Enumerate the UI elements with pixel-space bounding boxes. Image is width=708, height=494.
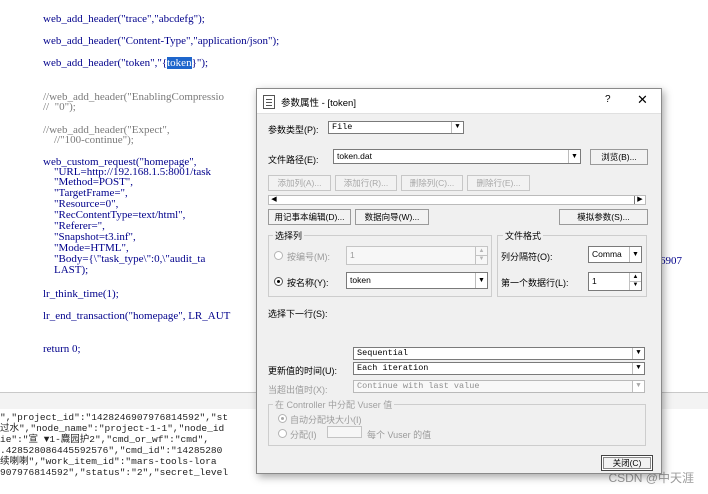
- dropdown-arrow-icon: ▼: [632, 348, 644, 359]
- select-next-row-label: 选择下一行(S):: [268, 309, 328, 319]
- dropdown-arrow-icon: ▼: [451, 122, 463, 133]
- delete-row-button[interactable]: 删除行(E)...: [467, 175, 530, 191]
- dropdown-arrow-icon: ▼: [632, 363, 644, 374]
- data-grid-scrollbar[interactable]: ◀ ▶: [268, 195, 646, 205]
- document-icon: [263, 95, 275, 109]
- close-icon[interactable]: ✕: [637, 92, 648, 108]
- code-line: //"100-continue");: [43, 134, 134, 146]
- per-vuser-label: 每个 Vuser 的值: [367, 430, 432, 440]
- param-type-label: 参数类型(P):: [268, 125, 319, 135]
- spin-down-icon[interactable]: ▼: [476, 255, 487, 263]
- param-type-select[interactable]: File ▼: [328, 121, 464, 134]
- code-line: "TargetFrame=",: [43, 187, 128, 199]
- code-line: "RecContentType=text/html",: [43, 209, 186, 221]
- select-column-group-title: 选择列: [273, 229, 305, 242]
- edit-with-notepad-button[interactable]: 用记事本编辑(D)...: [268, 209, 351, 225]
- column-number-value: 1: [350, 250, 355, 260]
- dropdown-arrow-icon: ▼: [629, 247, 641, 262]
- allocate-radio[interactable]: [278, 429, 287, 438]
- out-of-values-select[interactable]: Continue with last value ▼: [353, 380, 645, 393]
- dropdown-arrow-icon: ▼: [568, 150, 580, 163]
- column-number-input[interactable]: 1 ▲ ▼: [346, 246, 488, 265]
- data-wizard-button[interactable]: 数据向导(W)...: [355, 209, 429, 225]
- log-line: 续喇喇","work_item_id":"mars-tools-lora: [0, 456, 217, 467]
- code-line: "Resource=0",: [43, 198, 119, 210]
- log-line: .428528086445592576","cmd_id":"14285280: [0, 445, 223, 456]
- delimiter-label: 列分隔符(O):: [501, 252, 553, 262]
- by-number-label: 按编号(M):: [287, 252, 330, 262]
- out-of-values-value: Continue with last value: [357, 381, 480, 391]
- select-next-row-value: Sequential: [357, 348, 409, 358]
- param-type-value: File: [332, 122, 353, 132]
- auto-allocate-radio[interactable]: [278, 414, 287, 423]
- file-path-label: 文件路径(E):: [268, 155, 319, 165]
- spin-down-icon[interactable]: ▼: [630, 281, 641, 289]
- first-data-row-label: 第一个数据行(L):: [501, 278, 569, 288]
- code-text: }");: [191, 57, 209, 69]
- help-button[interactable]: ?: [605, 94, 611, 105]
- update-value-value: Each iteration: [357, 363, 429, 373]
- code-line: return 0;: [43, 343, 81, 355]
- file-path-value: token.dat: [337, 151, 372, 161]
- update-value-select[interactable]: Each iteration ▼: [353, 362, 645, 375]
- code-line: web_add_header("trace","abcdefg");: [43, 13, 205, 25]
- dropdown-arrow-icon: ▼: [632, 381, 644, 392]
- by-name-radio[interactable]: [274, 277, 283, 286]
- code-line: "Mode=HTML",: [43, 242, 129, 254]
- delimiter-select[interactable]: Comma ▼: [588, 246, 642, 263]
- controller-allocation-group-title: 在 Controller 中分配 Vuser 值: [273, 398, 395, 411]
- log-line: 907976814592","status":"2","secret_level: [0, 467, 229, 478]
- file-format-group-title: 文件格式: [503, 229, 544, 242]
- code-text: web_add_header("token","{: [43, 57, 168, 69]
- spin-control[interactable]: ▲ ▼: [629, 273, 641, 290]
- selected-text: token: [167, 57, 192, 69]
- parameter-properties-dialog: 参数属性 - [token] ? ✕ 参数类型(P): File ▼ 文件路径(…: [256, 88, 662, 474]
- delimiter-value: Comma: [592, 249, 622, 259]
- column-name-select[interactable]: token ▼: [346, 272, 488, 289]
- code-line: lr_think_time(1);: [43, 288, 119, 300]
- file-path-input[interactable]: token.dat ▼: [333, 149, 581, 164]
- log-line: ","project_id":"1428246907976814592","st: [0, 412, 229, 423]
- code-line: "Body={\"task_type\":0,\"audit_ta: [43, 253, 206, 265]
- code-line: web_add_header("Content-Type","applicati…: [43, 35, 280, 47]
- out-of-values-label: 当超出值时(X):: [268, 385, 328, 395]
- allocate-size-input[interactable]: [327, 426, 362, 438]
- code-fragment: 6907: [660, 255, 682, 267]
- close-button[interactable]: 关闭(C): [601, 455, 653, 471]
- code-line: LAST);: [43, 264, 89, 276]
- code-line: web_add_header("token","{token}");: [43, 57, 209, 69]
- add-column-button[interactable]: 添加列(A)...: [268, 175, 331, 191]
- log-line: ie":"宣 ▼1-麙园护2","cmd_or_wf":"cmd",: [0, 434, 210, 445]
- simulate-parameter-button[interactable]: 模拟参数(S)...: [559, 209, 648, 225]
- log-line: 过水","node_name":"project-1-1","node_id: [0, 423, 225, 434]
- dropdown-arrow-icon: ▼: [475, 273, 487, 288]
- update-value-label: 更新值的时间(U):: [268, 366, 337, 376]
- code-line: // "0");: [43, 101, 76, 113]
- code-line: "Method=POST",: [43, 176, 134, 188]
- first-data-row-input[interactable]: 1 ▲ ▼: [588, 272, 642, 291]
- spin-control[interactable]: ▲ ▼: [475, 247, 487, 264]
- code-line: "Snapshot=t3.inf",: [43, 231, 136, 243]
- auto-allocate-label: 自动分配块大小(I): [290, 415, 362, 425]
- add-row-button[interactable]: 添加行(R)...: [335, 175, 397, 191]
- first-data-row-value: 1: [592, 276, 597, 286]
- allocate-label: 分配(I): [290, 430, 317, 440]
- code-line: "Referer=",: [43, 220, 105, 232]
- by-number-radio[interactable]: [274, 251, 283, 260]
- by-name-label: 按名称(Y):: [287, 278, 329, 288]
- select-next-row-select[interactable]: Sequential ▼: [353, 347, 645, 360]
- title-bar[interactable]: 参数属性 - [token] ? ✕: [257, 89, 661, 114]
- delete-column-button[interactable]: 删除列(C)...: [401, 175, 463, 191]
- scroll-left-icon[interactable]: ◀: [269, 196, 279, 204]
- browse-button[interactable]: 浏览(B)...: [590, 149, 648, 165]
- column-name-value: token: [350, 275, 371, 285]
- dialog-title: 参数属性 - [token]: [281, 98, 356, 109]
- code-line: lr_end_transaction("homepage", LR_AUT: [43, 310, 231, 322]
- scroll-right-icon[interactable]: ▶: [634, 196, 645, 204]
